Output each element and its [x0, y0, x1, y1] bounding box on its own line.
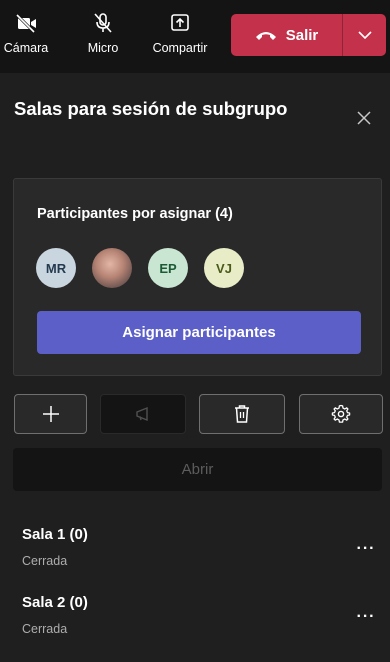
hang-up-icon [255, 32, 276, 40]
microphone-button[interactable]: Micro [78, 12, 128, 68]
assign-participants-button[interactable]: Asignar participantes [37, 311, 361, 354]
meeting-toolbar: Cámara Micro Compartir Salir [0, 0, 390, 73]
list-item[interactable]: Sala 1 (0) Cerrada ··· [0, 518, 390, 578]
chevron-down-icon [357, 31, 372, 40]
room-settings-button[interactable] [299, 394, 383, 434]
avatar[interactable]: MR [36, 248, 76, 288]
panel-title: Salas para sesión de subgrupo [14, 98, 288, 119]
more-options-icon[interactable]: ··· [352, 608, 380, 628]
room-name: Sala 2 (0) [22, 594, 88, 611]
list-item[interactable]: Sala 2 (0) Cerrada ··· [0, 586, 390, 646]
more-options-icon[interactable]: ··· [352, 540, 380, 560]
share-label: Compartir [152, 41, 208, 55]
leave-button[interactable]: Salir [231, 14, 342, 56]
room-status: Cerrada [22, 554, 68, 568]
share-button[interactable]: Compartir [142, 12, 218, 68]
megaphone-icon [136, 406, 148, 422]
microphone-label: Micro [87, 41, 119, 55]
camera-button[interactable]: Cámara [0, 12, 66, 68]
announcement-button[interactable] [100, 394, 186, 434]
room-name: Sala 1 (0) [22, 526, 88, 543]
close-icon [357, 111, 371, 125]
close-panel-button[interactable] [352, 106, 376, 130]
delete-rooms-button[interactable] [199, 394, 285, 434]
room-status: Cerrada [22, 622, 68, 636]
unassigned-title: Participantes por asignar (4) [37, 206, 233, 222]
plus-icon [42, 406, 59, 422]
leave-label: Salir [285, 26, 319, 44]
leave-control: Salir [231, 14, 386, 56]
camera-label: Cámara [3, 41, 49, 55]
leave-options-button[interactable] [343, 14, 386, 56]
microphone-off-icon [94, 13, 112, 33]
trash-icon [235, 405, 249, 423]
open-rooms-button[interactable]: Abrir [13, 448, 382, 491]
share-screen-icon [171, 14, 189, 31]
avatar[interactable]: EP [148, 248, 188, 288]
camera-off-icon [15, 13, 36, 34]
gear-icon [331, 404, 351, 423]
unassigned-participants-card: Participantes por asignar (4) MR EP VJ A… [13, 178, 382, 376]
add-room-button[interactable] [14, 394, 87, 434]
avatar[interactable]: VJ [204, 248, 244, 288]
avatar-photo[interactable] [92, 248, 132, 288]
